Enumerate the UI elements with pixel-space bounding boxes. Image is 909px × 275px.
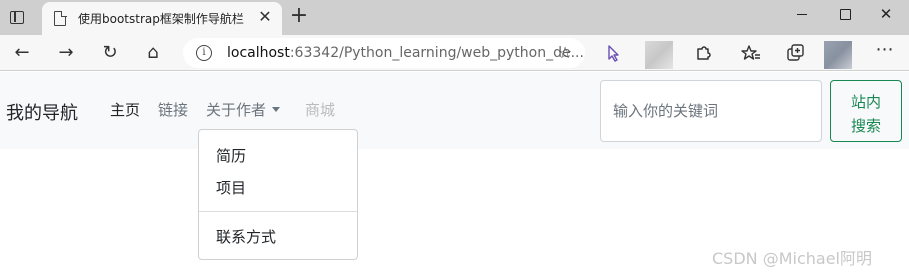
- url-path: :63342/Python_learning/web_python_de...: [289, 45, 584, 61]
- browser-tab[interactable]: 使用bootstrap框架制作导航栏 ✕: [42, 2, 282, 35]
- dropdown-item-resume[interactable]: 简历: [216, 145, 246, 166]
- about-dropdown-menu: 简历 项目 联系方式: [198, 129, 358, 260]
- cursor-icon[interactable]: [600, 40, 626, 66]
- favorite-add-icon[interactable]: ☆: [555, 43, 575, 63]
- dropdown-item-contact[interactable]: 联系方式: [216, 226, 276, 247]
- home-icon[interactable]: ⌂: [140, 40, 166, 66]
- nav-item-about-author[interactable]: 关于作者: [206, 99, 281, 120]
- url-host: localhost: [227, 45, 290, 61]
- tab-strip: 使用bootstrap框架制作导航栏 ✕ + ✕: [0, 0, 909, 35]
- browser-toolbar: ← → ↻ ⌂ i localhost:63342/Python_learnin…: [0, 35, 909, 71]
- profile-avatar[interactable]: [645, 41, 673, 69]
- address-bar[interactable]: i localhost:63342/Python_learning/web_py…: [183, 38, 585, 68]
- search-button[interactable]: 站内 搜索: [830, 80, 902, 142]
- account-avatar[interactable]: [824, 41, 852, 69]
- forward-icon[interactable]: →: [53, 40, 79, 66]
- caret-down-icon: [272, 107, 281, 112]
- nav-item-home[interactable]: 主页: [110, 99, 140, 120]
- back-icon[interactable]: ←: [9, 40, 35, 66]
- new-tab-button[interactable]: +: [286, 4, 312, 30]
- search-input[interactable]: [600, 80, 822, 142]
- dropdown-item-projects[interactable]: 项目: [216, 177, 246, 198]
- favorites-icon[interactable]: [738, 40, 764, 66]
- more-icon[interactable]: ⋯: [872, 40, 898, 66]
- info-icon[interactable]: i: [196, 45, 212, 61]
- dropdown-divider: [199, 211, 357, 212]
- window-icon[interactable]: [8, 8, 26, 26]
- nav-item-about-label: 关于作者: [206, 101, 267, 119]
- close-window-button[interactable]: ✕: [866, 2, 906, 26]
- reload-icon[interactable]: ↻: [97, 40, 123, 66]
- tab-close-icon[interactable]: ✕: [256, 8, 274, 26]
- site-navbar: 我的导航 主页 链接 关于作者 商城 站内 搜索: [0, 72, 909, 149]
- watermark: CSDN @Michael阿明: [712, 249, 872, 268]
- extensions-icon[interactable]: [690, 40, 716, 66]
- page-icon: [54, 10, 67, 26]
- navbar-brand[interactable]: 我的导航: [6, 99, 78, 125]
- collections-icon[interactable]: [782, 40, 808, 66]
- tab-title: 使用bootstrap框架制作导航栏: [78, 12, 244, 26]
- minimize-button[interactable]: [782, 2, 822, 26]
- nav-item-links[interactable]: 链接: [158, 99, 188, 120]
- url-text[interactable]: localhost:63342/Python_learning/web_pyth…: [227, 45, 584, 61]
- maximize-button[interactable]: [825, 2, 865, 26]
- nav-item-mall: 商城: [305, 101, 336, 119]
- search-button-line2: 搜索: [850, 117, 881, 135]
- search-button-line1: 站内: [850, 93, 881, 111]
